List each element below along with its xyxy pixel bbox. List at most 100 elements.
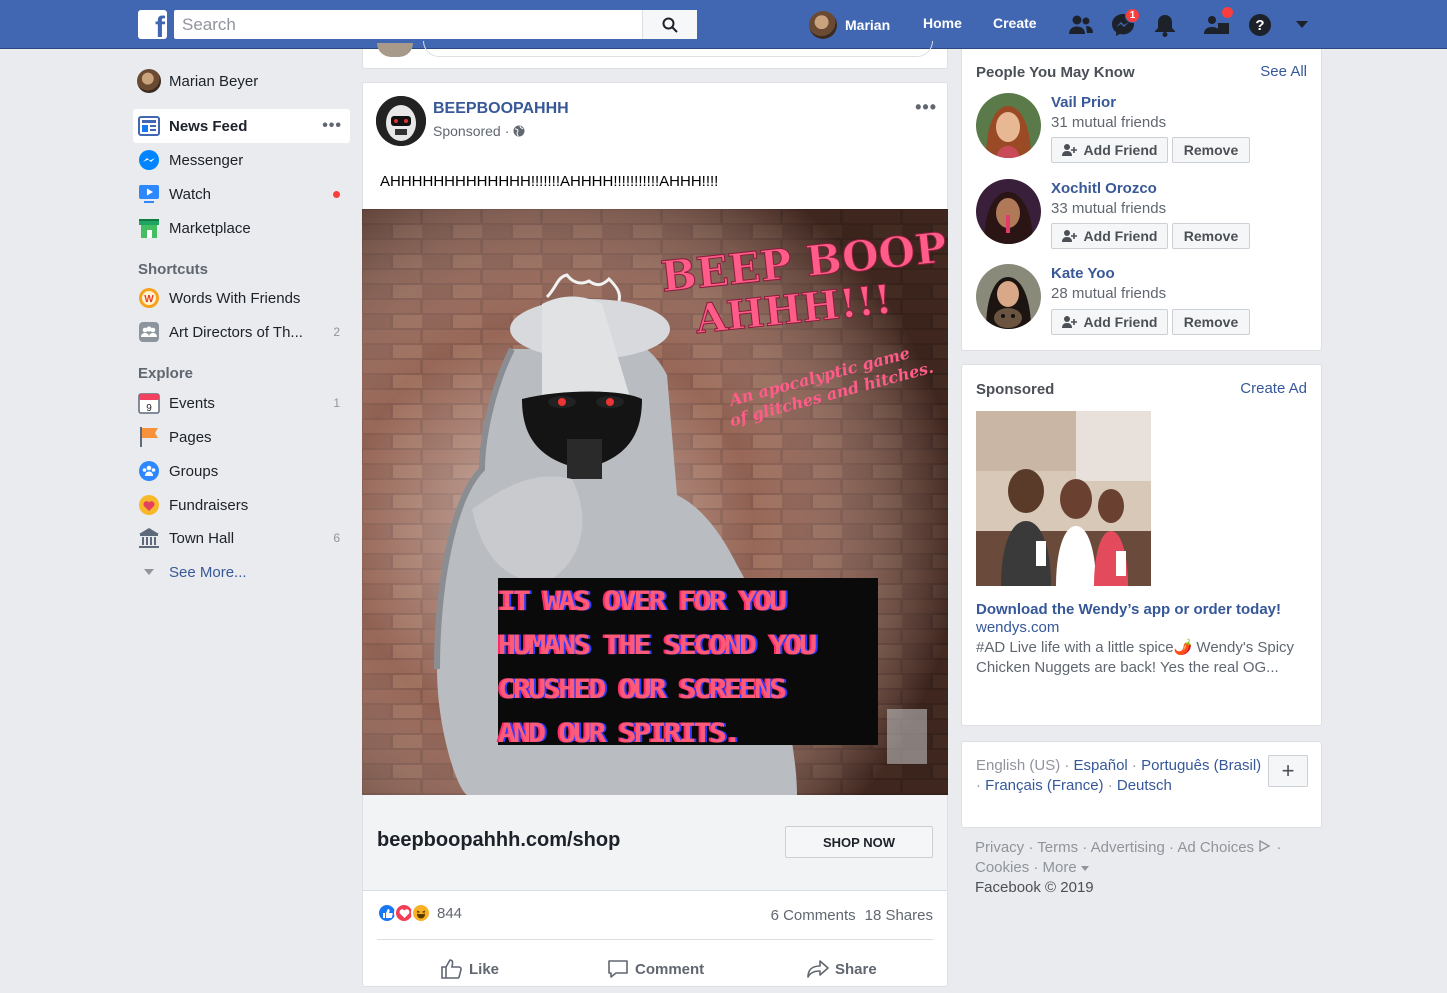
account-menu-chevron-down-icon[interactable] (1288, 11, 1316, 39)
profile-name: Marian (845, 16, 891, 33)
create-ad-link[interactable]: Create Ad (1240, 380, 1307, 397)
separator-dot: · (504, 123, 510, 139)
add-friend-button[interactable]: Add Friend (1051, 309, 1168, 335)
people-you-may-know-card: People You May Know See All Vail Prior 3… (961, 49, 1322, 351)
add-friend-icon (1061, 316, 1077, 328)
page-avatar[interactable] (376, 96, 426, 146)
language-link[interactable]: Português (Brasil) (1141, 757, 1261, 774)
profile-name: Marian Beyer (169, 72, 259, 90)
sidebar-item-label: Groups (169, 462, 219, 480)
post-options-icon[interactable]: ••• (915, 97, 937, 118)
add-language-button[interactable]: + (1268, 755, 1308, 787)
link-url[interactable]: beepboopahhh.com/shop (377, 829, 620, 852)
like-button[interactable]: Like (441, 949, 499, 989)
sidebar-item-watch[interactable]: Watch (133, 177, 350, 211)
quick-help-friends-icon[interactable] (1203, 7, 1233, 39)
engagement-counts: 6 Comments 18 Shares (771, 907, 933, 924)
language-link[interactable]: Français (France) (985, 777, 1103, 794)
like-label: Like (469, 960, 500, 978)
mutual-friends[interactable]: 31 mutual friends (1051, 114, 1166, 131)
sidebar-item-events[interactable]: 9 Events 1 (133, 386, 350, 420)
sidebar-item-label: Messenger (169, 151, 244, 169)
footer-link[interactable]: Terms (1037, 839, 1078, 856)
footer-link[interactable]: Ad Choices (1177, 839, 1254, 856)
add-friend-icon (1061, 230, 1077, 242)
shop-now-button[interactable]: SHOP NOW (785, 826, 933, 858)
sponsored-label[interactable]: Sponsored (433, 123, 501, 139)
help-icon[interactable]: ? (1246, 11, 1274, 39)
see-more-link[interactable]: See More... (133, 560, 247, 584)
sidebar-item-messenger[interactable]: Messenger (133, 143, 350, 177)
sidebar-item-groups[interactable]: Groups (133, 454, 350, 488)
left-nav-profile[interactable]: Marian Beyer (137, 69, 258, 93)
notifications-icon[interactable] (1151, 11, 1179, 39)
more-options-icon[interactable]: ••• (322, 117, 342, 135)
add-friend-label: Add Friend (1083, 314, 1158, 330)
see-more-label: See More... (169, 563, 247, 581)
link-preview[interactable]: beepboopahhh.com/shop SHOP NOW (363, 795, 947, 891)
ad-thumbnail[interactable] (976, 411, 1151, 586)
person-name-link[interactable]: Xochitl Orozco (1051, 180, 1157, 197)
comments-count[interactable]: 6 Comments (771, 907, 856, 924)
add-friend-button[interactable]: Add Friend (1051, 137, 1168, 163)
add-friend-button[interactable]: Add Friend (1051, 223, 1168, 249)
remove-button[interactable]: Remove (1172, 223, 1250, 249)
chevron-down-icon (137, 560, 161, 584)
home-link[interactable]: Home (923, 15, 962, 31)
remove-button[interactable]: Remove (1172, 137, 1250, 163)
shortcuts-heading: Shortcuts (138, 261, 209, 278)
sidebar-item-fundraisers[interactable]: Fundraisers (133, 488, 350, 522)
person-name-link[interactable]: Vail Prior (1051, 94, 1116, 111)
mutual-friends[interactable]: 28 mutual friends (1051, 285, 1166, 302)
footer-link[interactable]: Cookies (975, 859, 1029, 876)
reactions-summary[interactable]: 844 (377, 903, 462, 923)
ad-domain-link[interactable]: wendys.com (976, 619, 1059, 636)
page-name-link[interactable]: BEEPBOOPAHHH (433, 100, 569, 118)
messenger-badge: 1 (1125, 8, 1140, 23)
shares-count[interactable]: 18 Shares (865, 907, 933, 924)
sidebar-item-town-hall[interactable]: Town Hall 6 (133, 521, 350, 555)
count-badge: 1 (333, 396, 340, 410)
ad-choices-icon (1259, 839, 1271, 853)
avatar[interactable] (976, 93, 1041, 158)
mutual-friends[interactable]: 33 mutual friends (1051, 200, 1166, 217)
footer-link[interactable]: Advertising (1091, 839, 1165, 856)
language-link[interactable]: Deutsch (1117, 777, 1172, 794)
add-friend-label: Add Friend (1083, 228, 1158, 244)
sidebar-item-label: Marketplace (169, 219, 251, 237)
messenger-icon[interactable]: 1 (1109, 8, 1140, 39)
sidebar-item-label: News Feed (169, 117, 248, 135)
sidebar-item-art-directors[interactable]: Art Directors of Th... 2 (133, 315, 350, 349)
remove-button[interactable]: Remove (1172, 309, 1250, 335)
sidebar-item-news-feed[interactable]: News Feed ••• (133, 109, 350, 143)
sidebar-item-label: Fundraisers (169, 496, 249, 514)
copyright: Facebook © 2019 (975, 879, 1094, 896)
language-link[interactable]: Español (1074, 757, 1128, 774)
search-input[interactable] (174, 10, 642, 39)
person-name-link[interactable]: Kate Yoo (1051, 265, 1115, 282)
search-button[interactable] (642, 10, 697, 39)
profile-link[interactable]: Marian (809, 10, 890, 39)
footer-link[interactable]: Privacy (975, 839, 1024, 856)
ad-image[interactable]: BEEP BOOP AHHH!!! An apocalyptic game of… (362, 209, 948, 795)
sponsored-ad-card: Sponsored Create Ad Download the Wendy’s… (961, 364, 1322, 726)
words-with-friends-icon: W (137, 286, 161, 310)
avatar[interactable] (976, 264, 1041, 329)
messenger-icon (137, 148, 161, 172)
comment-button[interactable]: Comment (607, 949, 704, 989)
footer-link[interactable]: More (1043, 859, 1077, 876)
friend-requests-icon[interactable] (1067, 11, 1095, 39)
create-link[interactable]: Create (993, 15, 1037, 31)
composer-input[interactable] (423, 41, 933, 57)
facebook-logo-icon[interactable]: f (138, 10, 167, 39)
see-all-link[interactable]: See All (1260, 63, 1307, 80)
glitch-text-line: HUMANS THE SECOND YOU (498, 630, 817, 661)
post-text: AHHHHHHHHHHHHH!!!!!!!AHHHH!!!!!!!!!!!AHH… (380, 173, 719, 190)
avatar[interactable] (976, 179, 1041, 244)
ad-headline-link[interactable]: Download the Wendy’s app or order today! (976, 601, 1281, 618)
sidebar-item-words-with-friends[interactable]: W Words With Friends (133, 281, 350, 315)
count-badge: 6 (333, 531, 340, 545)
sidebar-item-pages[interactable]: Pages (133, 420, 350, 454)
sidebar-item-marketplace[interactable]: Marketplace (133, 211, 350, 245)
share-button[interactable]: Share (807, 949, 877, 989)
